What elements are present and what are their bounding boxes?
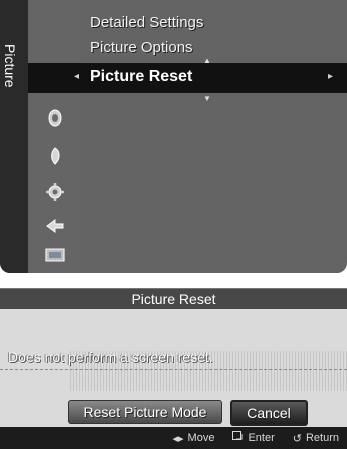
- right-arrow-icon: ▸: [328, 71, 334, 82]
- hint-return: ↺ Return: [293, 432, 339, 445]
- selected-item-label: Picture Reset: [90, 68, 193, 85]
- dialog-divider: [0, 369, 347, 371]
- enter-icon: [232, 431, 244, 445]
- category-title: Picture: [2, 44, 18, 88]
- hint-enter-label: Enter: [248, 432, 275, 444]
- hint-move-label: Move: [187, 432, 215, 444]
- category-icon-column: [30, 0, 80, 273]
- hint-return-label: Return: [305, 432, 339, 444]
- dialog-message: Does not perform a screen reset.: [8, 349, 213, 365]
- reset-picture-mode-button[interactable]: Reset Picture Mode: [68, 400, 222, 424]
- hint-enter: Enter: [232, 431, 275, 445]
- footer-hints: ◂▸ Move Enter ↺ Return: [0, 427, 347, 449]
- setup-icon[interactable]: [42, 182, 68, 202]
- category-sidebar: Picture: [0, 0, 28, 273]
- left-arrow-icon: ◂: [74, 71, 80, 82]
- tv-menu-screen: Picture Detailed Settings Picture Option…: [0, 0, 347, 273]
- input-icon[interactable]: [42, 216, 68, 236]
- application-icon[interactable]: [42, 245, 68, 265]
- hint-move: ◂▸ Move: [173, 432, 215, 445]
- cancel-button[interactable]: Cancel: [230, 400, 308, 426]
- picture-reset-dialog: Picture Reset Does not perform a screen …: [0, 288, 347, 449]
- sound-icon[interactable]: [42, 108, 68, 128]
- menu-item-picture-reset[interactable]: ◂ Picture Reset ▸: [28, 63, 347, 93]
- scroll-down-arrow-icon: ▼: [203, 94, 211, 103]
- channel-icon[interactable]: [42, 146, 68, 166]
- menu-item-detailed-settings[interactable]: Detailed Settings: [90, 14, 203, 31]
- menu-item-picture-options[interactable]: Picture Options: [90, 39, 193, 56]
- return-icon: ↺: [292, 432, 302, 445]
- menu-list: Detailed Settings Picture Options ▲ ▼: [80, 0, 347, 273]
- dialog-title: Picture Reset: [0, 289, 347, 309]
- left-right-arrows-icon: ◂▸: [172, 432, 184, 445]
